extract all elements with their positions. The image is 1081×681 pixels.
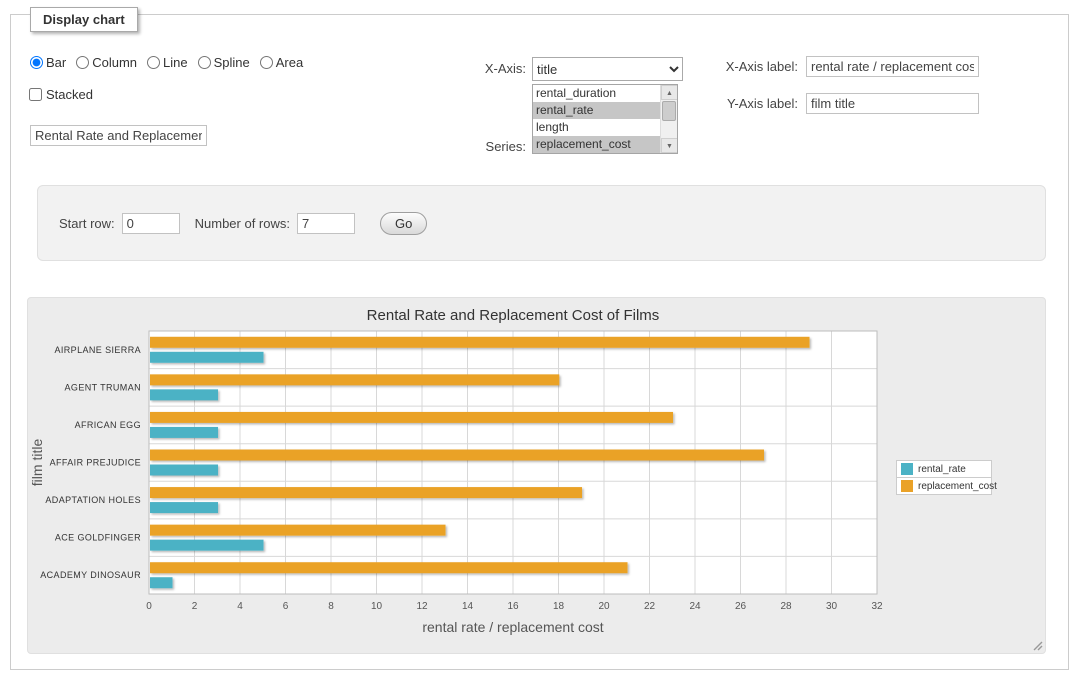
x-tick-label: 32 [871, 601, 883, 612]
bar-rental_rate [150, 540, 264, 551]
y-axis-title: film title [29, 439, 45, 487]
series-option-length[interactable]: length [533, 119, 677, 136]
chart-type-bar-label: Bar [46, 55, 66, 70]
bar-replacement_cost [150, 412, 673, 423]
bar-replacement_cost [150, 487, 582, 498]
y-axis-caption-label: Y-Axis label: [683, 96, 798, 111]
rows-panel: Start row: Number of rows: Go [37, 185, 1046, 261]
chart-type-area-radio[interactable] [260, 56, 273, 69]
x-axis-caption-input[interactable] [806, 56, 979, 77]
y-category-label: ACADEMY DINOSAUR [40, 570, 141, 580]
num-rows-label: Number of rows: [195, 216, 290, 231]
x-tick-label: 28 [780, 601, 792, 612]
bar-rental_rate [150, 465, 218, 476]
chart-title: Rental Rate and Replacement Cost of Film… [367, 307, 660, 324]
bar-rental_rate [150, 502, 218, 513]
stacked-label: Stacked [46, 87, 93, 102]
x-tick-label: 18 [553, 601, 565, 612]
chart-type-bar[interactable]: Bar [30, 55, 66, 70]
x-tick-label: 26 [735, 601, 747, 612]
scroll-up-icon[interactable]: ▲ [661, 85, 678, 100]
chart-panel: 02468101214161820222426283032AIRPLANE SI… [27, 297, 1046, 654]
stacked-option[interactable]: Stacked [29, 87, 93, 102]
x-axis-select[interactable]: title [532, 57, 683, 81]
x-tick-label: 4 [237, 601, 243, 612]
legend-label: rental_rate [918, 464, 966, 475]
bar-replacement_cost [150, 374, 559, 385]
y-category-label: ACE GOLDFINGER [55, 533, 141, 543]
y-category-label: AGENT TRUMAN [65, 382, 141, 392]
stacked-checkbox[interactable] [29, 88, 42, 101]
y-category-label: AFRICAN EGG [75, 420, 141, 430]
series-option-rental-duration[interactable]: rental_duration [533, 85, 677, 102]
x-tick-label: 0 [146, 601, 152, 612]
x-tick-label: 10 [371, 601, 383, 612]
x-axis-title: rental rate / replacement cost [422, 619, 603, 635]
y-axis-caption-input[interactable] [806, 93, 979, 114]
chart-type-line[interactable]: Line [147, 55, 188, 70]
chart-type-column-label: Column [92, 55, 137, 70]
y-category-label: AIRPLANE SIERRA [54, 345, 141, 355]
bar-rental_rate [150, 389, 218, 400]
chart-type-spline[interactable]: Spline [198, 55, 250, 70]
chart-type-line-label: Line [163, 55, 188, 70]
resize-handle-icon[interactable] [1032, 640, 1043, 651]
x-tick-label: 20 [598, 601, 610, 612]
scroll-thumb[interactable] [662, 101, 676, 121]
series-listbox[interactable]: rental_duration rental_rate length repla… [532, 84, 678, 154]
x-axis-caption-label: X-Axis label: [683, 59, 798, 74]
x-tick-label: 12 [416, 601, 428, 612]
series-label: Series: [411, 139, 526, 154]
start-row-label: Start row: [59, 216, 115, 231]
bar-replacement_cost [150, 562, 628, 573]
chart-type-area[interactable]: Area [260, 55, 303, 70]
x-tick-label: 2 [192, 601, 198, 612]
x-tick-label: 6 [283, 601, 289, 612]
bar-replacement_cost [150, 525, 446, 536]
x-tick-label: 16 [507, 601, 519, 612]
bar-replacement_cost [150, 337, 810, 348]
chart-svg: 02468101214161820222426283032AIRPLANE SI… [28, 298, 1045, 650]
start-row-input[interactable] [122, 213, 180, 234]
x-tick-label: 24 [689, 601, 701, 612]
series-option-rental-rate[interactable]: rental_rate [533, 102, 677, 119]
x-tick-label: 30 [826, 601, 838, 612]
x-axis-label: X-Axis: [411, 61, 526, 76]
chart-type-column-radio[interactable] [76, 56, 89, 69]
legend-entry: rental_rate [896, 460, 992, 478]
chart-type-area-label: Area [276, 55, 303, 70]
bar-replacement_cost [150, 450, 764, 461]
x-tick-label: 8 [328, 601, 334, 612]
rows-controls: Start row: Number of rows: Go [59, 212, 427, 235]
y-category-label: AFFAIR PREJUDICE [50, 458, 141, 468]
num-rows-input[interactable] [297, 213, 355, 234]
display-chart-fieldset: Display chart Bar Column Line Spline Are… [10, 14, 1069, 670]
bar-rental_rate [150, 427, 218, 438]
chart-type-spline-label: Spline [214, 55, 250, 70]
x-tick-label: 22 [644, 601, 656, 612]
scroll-down-icon[interactable]: ▼ [661, 138, 678, 153]
y-category-label: ADAPTATION HOLES [45, 495, 141, 505]
legend-swatch [901, 463, 913, 475]
legend-swatch [901, 480, 913, 492]
bar-rental_rate [150, 352, 264, 363]
bar-rental_rate [150, 577, 173, 588]
page: Display chart Bar Column Line Spline Are… [0, 0, 1081, 681]
chart-type-spline-radio[interactable] [198, 56, 211, 69]
legend-entry: replacement_cost [896, 477, 992, 495]
go-button[interactable]: Go [380, 212, 427, 235]
fieldset-legend: Display chart [30, 7, 138, 32]
chart-type-radios: Bar Column Line Spline Area [30, 55, 303, 70]
chart-title-input[interactable] [30, 125, 207, 146]
series-option-replacement-cost[interactable]: replacement_cost [533, 136, 677, 153]
legend-label: replacement_cost [918, 481, 997, 492]
listbox-scrollbar[interactable]: ▲ ▼ [660, 85, 677, 153]
chart-type-line-radio[interactable] [147, 56, 160, 69]
chart-type-bar-radio[interactable] [30, 56, 43, 69]
x-tick-label: 14 [462, 601, 474, 612]
chart-legend: rental_rate replacement_cost [896, 461, 992, 495]
chart-type-column[interactable]: Column [76, 55, 137, 70]
